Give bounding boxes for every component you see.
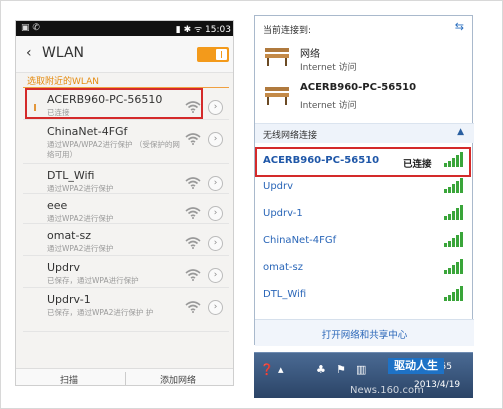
bench-icon	[265, 87, 289, 105]
section-label: 选取附近的WLAN	[27, 77, 100, 87]
bottom-divider	[125, 372, 126, 385]
wifi-list-item[interactable]: omat-sz 通过WPA2进行保护 ›	[23, 224, 229, 256]
wifi-ssid: Updrv-1	[47, 293, 91, 306]
connection-name-2: ACERB960-PC-56510	[300, 82, 417, 93]
wlan-toggle[interactable]	[197, 47, 229, 62]
connection-name-1: 网络	[300, 49, 320, 60]
windows-network-flyout: 当前连接到: ⇆ 网络 Internet 访问 ACERB960-PC-5651…	[254, 15, 474, 346]
wlan-titlebar: ‹ WLAN	[16, 36, 233, 73]
tray-arrow-icon[interactable]: ▴	[278, 363, 284, 376]
back-arrow-icon[interactable]: ‹	[26, 45, 32, 61]
wireless-section-header[interactable]: 无线网络连接 ▲	[255, 123, 474, 143]
help-icon[interactable]: ❓	[260, 363, 274, 376]
bottom-action-bar: 扫描 添加网络	[16, 368, 233, 385]
wifi-ssid: DTL_Wifi	[47, 169, 95, 182]
chevron-right-icon[interactable]: ›	[208, 132, 223, 147]
wifi-list-item[interactable]: DTL_Wifi 通过WPA2进行保护 ›	[23, 164, 229, 194]
wireless-network-item[interactable]: ChinaNet-4FGf	[263, 235, 336, 246]
wifi-status: 已保存，通过WPA2进行保护 护	[47, 308, 154, 317]
refresh-icon[interactable]: ⇆	[455, 20, 464, 33]
wireless-network-item[interactable]: DTL_Wifi	[263, 289, 306, 300]
wifi-ssid: ChinaNet-4FGf	[47, 125, 128, 138]
toggle-knob	[216, 49, 227, 60]
wifi-signal-icon	[185, 133, 201, 145]
scan-button[interactable]: 扫描	[60, 373, 78, 385]
wireless-network-item[interactable]: Updrv	[263, 181, 293, 192]
flyout-footer: 打开网络和共享中心	[255, 319, 474, 346]
connection-sub-2: Internet 访问	[300, 101, 357, 111]
page-title: WLAN	[42, 45, 85, 61]
signal-strength-icon	[444, 152, 463, 167]
wifi-list-item[interactable]: eee 通过WPA2进行保护 ›	[23, 194, 229, 224]
status-right: ▮ ✱ ᯤ 15:03	[175, 25, 231, 35]
current-connection-label: 当前连接到:	[263, 26, 312, 36]
chevron-right-icon[interactable]: ›	[208, 206, 223, 221]
connection-sub-1: Internet 访问	[300, 63, 357, 73]
signal-strength-icon	[444, 286, 463, 301]
status-left-icons: ▣ ✆	[21, 23, 40, 33]
wifi-status: 通过WPA2进行保护	[47, 214, 114, 223]
wifi-status: 通过WPA/WPA2进行保护 （受保护的网络可用）	[47, 140, 180, 159]
bench-icon	[265, 48, 289, 66]
collapse-caret-icon[interactable]: ▲	[457, 127, 464, 137]
chevron-right-icon[interactable]: ›	[208, 236, 223, 251]
signal-strength-icon	[444, 205, 463, 220]
wireless-section-label: 无线网络连接	[263, 131, 318, 141]
wifi-ssid: Updrv	[47, 261, 81, 274]
status-bar: ▣ ✆ ▮ ✱ ᯤ 15:03	[16, 21, 233, 36]
security-icon[interactable]: ⚑	[336, 363, 346, 376]
wifi-signal-icon	[185, 207, 201, 219]
android-wlan-screen: ▣ ✆ ▮ ✱ ᯤ 15:03 ‹ WLAN 选取附近的WLAN ACERB96…	[15, 20, 234, 386]
wifi-list-item[interactable]: Updrv-1 已保存，通过WPA2进行保护 护 ›	[23, 288, 229, 332]
wifi-signal-icon	[185, 301, 201, 313]
connected-ssid[interactable]: ACERB960-PC-56510	[263, 155, 379, 166]
wireless-network-item[interactable]: Updrv-1	[263, 208, 303, 219]
wifi-ssid: eee	[47, 199, 68, 212]
signal-strength-icon	[444, 232, 463, 247]
signal-strength-icon	[444, 178, 463, 193]
chevron-right-icon[interactable]: ›	[208, 300, 223, 315]
connected-highlight-box	[25, 88, 203, 119]
wifi-signal-icon	[185, 269, 201, 281]
wireless-network-item[interactable]: omat-sz	[263, 262, 303, 273]
add-network-button[interactable]: 添加网络	[160, 373, 196, 385]
wifi-status: 通过WPA2进行保护	[47, 184, 114, 193]
wifi-list-item[interactable]: Updrv 已保存，通过WPA进行保护 ›	[23, 256, 229, 288]
people-icon[interactable]: ♣	[316, 363, 326, 376]
watermark-logo: 驱动人生	[388, 358, 444, 374]
wifi-list-item[interactable]: ChinaNet-4FGf 通过WPA/WPA2进行保护 （受保护的网络可用） ›	[23, 120, 229, 164]
wifi-ssid: omat-sz	[47, 229, 91, 242]
open-network-center-link[interactable]: 打开网络和共享中心	[255, 327, 474, 341]
wifi-status: 已保存，通过WPA进行保护	[47, 276, 139, 285]
chevron-right-icon[interactable]: ›	[208, 176, 223, 191]
network-tray-icon[interactable]: ▥	[356, 363, 366, 376]
connected-status: 已连接	[403, 159, 432, 170]
wifi-signal-icon	[185, 237, 201, 249]
chevron-right-icon[interactable]: ›	[208, 268, 223, 283]
wifi-signal-icon	[185, 177, 201, 189]
signal-strength-icon	[444, 259, 463, 274]
chevron-right-icon[interactable]: ›	[208, 100, 223, 115]
watermark-site: News.160.com	[350, 385, 424, 396]
wifi-status: 通过WPA2进行保护	[47, 244, 114, 253]
